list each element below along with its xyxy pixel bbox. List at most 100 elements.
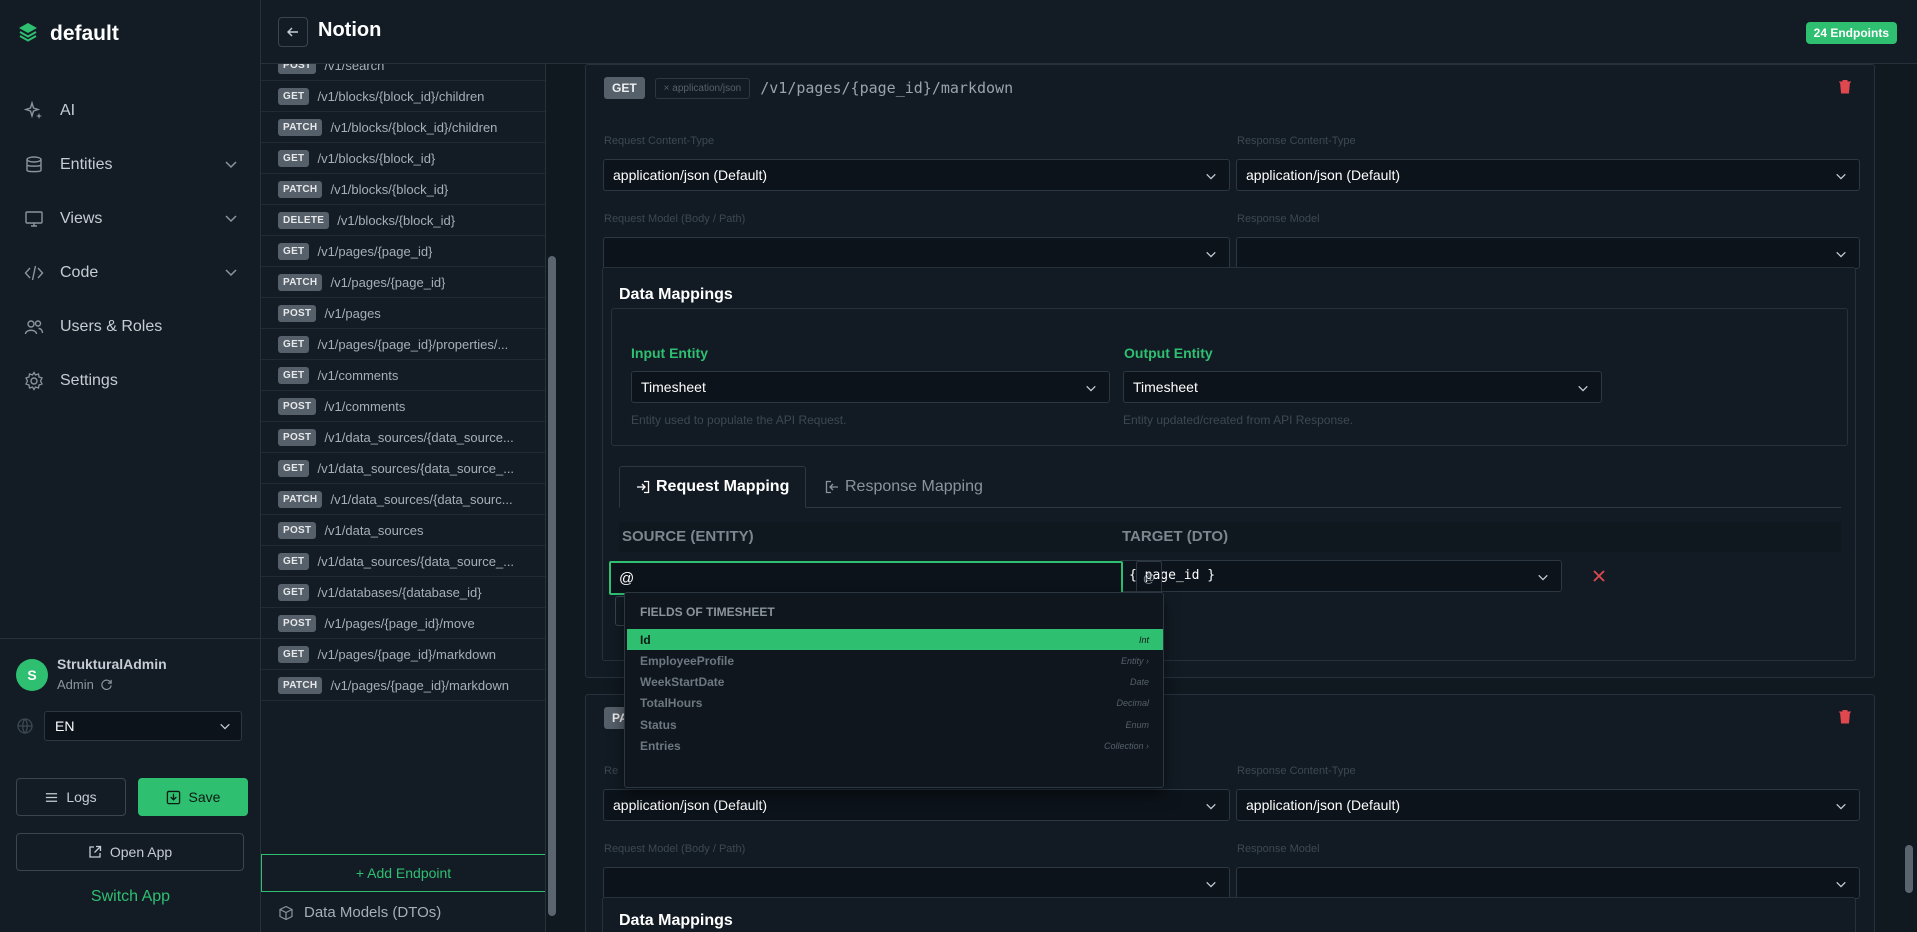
nav-item-views[interactable]: Views	[16, 192, 246, 246]
method-badge: POST	[278, 304, 317, 322]
endpoint-row[interactable]: POST/v1/pages	[261, 298, 545, 329]
endpoint-row[interactable]: PATCH/v1/pages/{page_id}/markdown	[261, 670, 545, 701]
external-link-icon	[89, 845, 102, 858]
source-entity-input[interactable]	[609, 561, 1123, 595]
endpoint-row[interactable]: POST/v1/data_sources/{data_source...	[261, 422, 545, 453]
endpoint-row[interactable]: GET/v1/databases/{database_id}	[261, 577, 545, 608]
nav-item-ai[interactable]: AI	[16, 84, 246, 138]
nav-item-code[interactable]: Code	[16, 246, 246, 300]
avatar[interactable]: S	[16, 659, 48, 691]
open-app-button[interactable]: Open App	[16, 833, 244, 871]
chevron-down-icon	[1538, 574, 1548, 581]
endpoint-row[interactable]: DELETE/v1/blocks/{block_id}	[261, 205, 545, 236]
endpoint-path[interactable]: /v1/pages/{page_id}/markdown	[760, 79, 1013, 97]
nav-item-entities[interactable]: Entities	[16, 138, 246, 192]
request-content-type-select[interactable]: application/json (Default)	[603, 159, 1230, 191]
tab-request-mapping[interactable]: Request Mapping	[619, 466, 807, 508]
dropdown-option[interactable]: WeekStartDate Date	[627, 672, 1163, 693]
save-button[interactable]: Save	[138, 778, 248, 816]
response-content-type-label: Response Content-Type	[1237, 765, 1356, 777]
tab-response-mapping[interactable]: Response Mapping	[809, 466, 999, 508]
user-role-label: Admin	[57, 677, 94, 692]
save-label: Save	[188, 789, 221, 805]
endpoint-row[interactable]: POST/v1/search	[261, 64, 545, 81]
endpoint-row[interactable]: PATCH/v1/data_sources/{data_sourc...	[261, 484, 545, 515]
endpoint-path: /v1/data_sources/{data_source...	[324, 429, 514, 445]
request-model-select[interactable]	[603, 867, 1230, 899]
endpoint-row[interactable]: POST/v1/comments	[261, 391, 545, 422]
method-badge: DELETE	[278, 211, 330, 229]
method-badge: GET	[278, 242, 310, 260]
endpoint-path: /v1/search	[324, 64, 385, 73]
endpoint-card-header: GET × application/json /v1/pages/{page_i…	[604, 77, 1013, 99]
delete-endpoint-icon[interactable]	[1838, 79, 1852, 94]
endpoint-path: /v1/pages	[324, 305, 381, 321]
endpoint-row[interactable]: POST/v1/pages/{page_id}/move	[261, 608, 545, 639]
dropdown-option[interactable]: Id Int	[627, 629, 1163, 650]
target-column-header: TARGET (DTO)	[1122, 528, 1229, 545]
nav-item-users-roles[interactable]: Users & Roles	[16, 300, 246, 354]
back-button[interactable]	[278, 17, 308, 47]
dropdown-option[interactable]: Entries Collection ›	[627, 736, 1163, 757]
endpoint-path: /v1/blocks/{block_id}	[330, 181, 449, 197]
request-model-select[interactable]	[603, 237, 1230, 269]
chevron-down-icon	[220, 723, 230, 730]
endpoint-row[interactable]: GET/v1/blocks/{block_id}	[261, 143, 545, 174]
method-badge: PATCH	[278, 118, 323, 136]
dropdown-option[interactable]: TotalHours Decimal	[627, 693, 1163, 714]
method-badge: PATCH	[278, 273, 323, 291]
endpoint-row[interactable]: GET/v1/comments	[261, 360, 545, 391]
endpoint-row[interactable]: GET/v1/pages/{page_id}/markdown	[261, 639, 545, 670]
dropdown-option[interactable]: Status Enum	[627, 714, 1163, 735]
nav-item-settings[interactable]: Settings	[16, 354, 246, 408]
remove-mapping-icon[interactable]	[1593, 570, 1605, 582]
option-type-label: Entity	[1120, 655, 1144, 666]
source-column-header: SOURCE (ENTITY)	[622, 528, 754, 545]
chevron-down-icon	[1836, 251, 1846, 258]
request-content-type-label: Request Content-Type	[604, 135, 715, 147]
logs-button[interactable]: Logs	[16, 778, 126, 816]
select-value: application/json (Default)	[613, 167, 768, 183]
menu-lines-icon	[46, 792, 58, 802]
endpoint-row[interactable]: POST/v1/data_sources	[261, 515, 545, 546]
switch-app-link[interactable]: Switch App	[0, 888, 261, 906]
option-type: Entity ›	[1121, 656, 1149, 666]
endpoint-list-scrollbar[interactable]	[548, 256, 556, 916]
data-models-section[interactable]: Data Models (DTOs)	[278, 904, 441, 921]
endpoint-row[interactable]: GET/v1/data_sources/{data_source_...	[261, 453, 545, 484]
action-buttons: Logs Save	[16, 778, 248, 816]
delete-endpoint-icon[interactable]	[1838, 709, 1852, 724]
endpoint-path: /v1/data_sources/{data_source_...	[317, 553, 515, 569]
output-entity-select[interactable]: Timesheet	[1123, 371, 1602, 403]
target-dto-select[interactable]: { page_id }	[1119, 560, 1562, 592]
response-content-type-select[interactable]: application/json (Default)	[1236, 159, 1860, 191]
select-value: Timesheet	[641, 379, 706, 395]
endpoint-row[interactable]: GET/v1/pages/{page_id}/properties/...	[261, 329, 545, 360]
response-model-select[interactable]	[1236, 867, 1860, 899]
chevron-down-icon	[1836, 881, 1846, 888]
refresh-icon[interactable]	[100, 678, 113, 691]
option-name: Id	[640, 632, 651, 647]
endpoint-row[interactable]: GET/v1/data_sources/{data_source_...	[261, 546, 545, 577]
insert-field-button[interactable]: @	[1136, 561, 1162, 595]
endpoint-path: /v1/pages/{page_id}	[330, 274, 446, 290]
method-badge: PATCH	[278, 490, 323, 508]
language-select[interactable]: EN	[44, 711, 242, 741]
content-type-chip-label: application/json	[672, 82, 742, 94]
input-entity-select[interactable]: Timesheet	[631, 371, 1110, 403]
main-scrollbar[interactable]	[1905, 845, 1913, 893]
endpoint-row[interactable]: PATCH/v1/blocks/{block_id}/children	[261, 112, 545, 143]
dropdown-option[interactable]: EmployeeProfile Entity ›	[627, 650, 1163, 671]
chevron-down-icon	[1206, 881, 1216, 888]
endpoint-row[interactable]: PATCH/v1/blocks/{block_id}	[261, 174, 545, 205]
response-content-type-select[interactable]: application/json (Default)	[1236, 789, 1860, 821]
endpoint-row[interactable]: GET/v1/pages/{page_id}	[261, 236, 545, 267]
add-endpoint-button[interactable]: + Add Endpoint	[261, 854, 545, 892]
brand[interactable]: default	[16, 20, 119, 47]
endpoint-row[interactable]: PATCH/v1/pages/{page_id}	[261, 267, 545, 298]
users-icon	[24, 320, 44, 335]
endpoint-row[interactable]: GET/v1/blocks/{block_id}/children	[261, 81, 545, 112]
select-value: application/json (Default)	[1246, 167, 1401, 183]
response-model-select[interactable]	[1236, 237, 1860, 269]
request-content-type-select[interactable]: application/json (Default)	[603, 789, 1230, 821]
